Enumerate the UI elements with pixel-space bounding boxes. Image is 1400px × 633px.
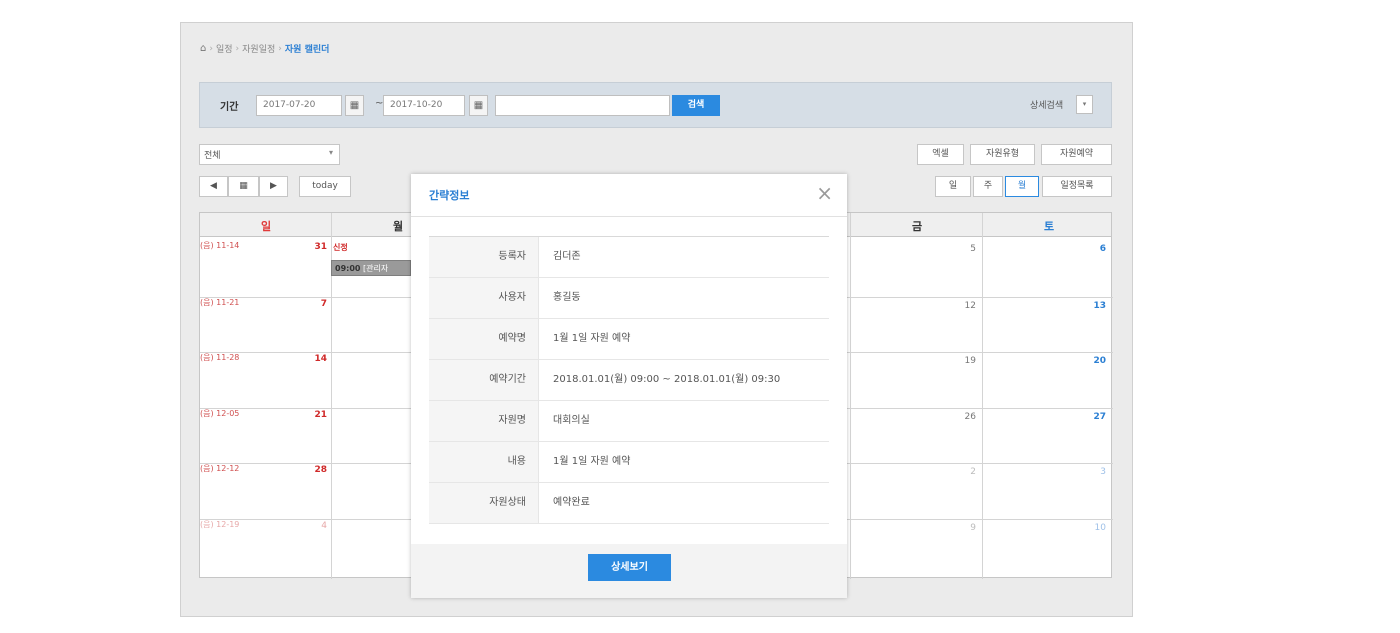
- day-number-friday: 2: [970, 467, 976, 477]
- detail-search-toggle-icon[interactable]: ▾: [1076, 95, 1093, 114]
- event-title: [관리자: [363, 264, 389, 273]
- holiday-label: 신정: [333, 243, 348, 252]
- chevron-down-icon: ▾: [328, 148, 333, 157]
- breadcrumb-separator: ›: [235, 43, 240, 54]
- resource-filter-value: 전체: [204, 151, 221, 161]
- breadcrumb-separator: ›: [278, 43, 282, 54]
- modal-divider: [411, 216, 847, 217]
- weekday-friday: 금: [911, 220, 923, 233]
- day-number-friday: 12: [964, 301, 976, 311]
- lunar-date: (음) 12-19: [200, 520, 240, 529]
- info-value: 1월 1일 자원 예약: [553, 456, 631, 467]
- info-value: 2018.01.01(월) 09:00 ~ 2018.01.01(월) 09:3…: [553, 374, 781, 385]
- day-number-saturday: 6: [1099, 244, 1106, 254]
- resource-type-button[interactable]: 자원유형: [970, 144, 1035, 165]
- today-button[interactable]: today: [299, 176, 351, 197]
- info-label: 내용: [429, 442, 539, 482]
- view-month-button[interactable]: 월: [1005, 176, 1039, 197]
- search-button[interactable]: 검색: [672, 95, 720, 116]
- day-number-sunday: 31: [314, 242, 327, 252]
- info-label: 예약기간: [429, 360, 539, 400]
- home-icon[interactable]: ⌂: [200, 43, 206, 54]
- view-week-button[interactable]: 주: [973, 176, 1003, 197]
- next-month-button[interactable]: ▶: [259, 176, 288, 197]
- calendar-picker-icon[interactable]: ▦: [228, 176, 259, 197]
- day-number-saturday: 27: [1093, 412, 1106, 422]
- resource-booking-button[interactable]: 자원예약: [1041, 144, 1112, 165]
- resource-filter-select[interactable]: 전체 ▾: [199, 144, 340, 165]
- day-number-sunday: 21: [314, 410, 327, 420]
- day-number-sunday: 7: [320, 299, 327, 309]
- lunar-date: (음) 11-14: [200, 241, 240, 250]
- info-value: 1월 1일 자원 예약: [553, 333, 631, 344]
- weekday-sunday: 일: [260, 220, 272, 233]
- end-date-input[interactable]: 2017-10-20: [383, 95, 465, 116]
- modal-footer: 상세보기: [411, 544, 847, 598]
- info-label: 자원명: [429, 401, 539, 441]
- info-label: 등록자: [429, 237, 539, 277]
- day-number-sunday: 4: [321, 521, 327, 531]
- day-number-saturday: 13: [1093, 301, 1106, 311]
- info-row-registrant: 등록자 김더존: [429, 237, 829, 278]
- breadcrumb: ⌂ › 일정 › 자원일정 › 자원 캘린더: [200, 42, 329, 55]
- keyword-input[interactable]: [495, 95, 670, 116]
- close-icon[interactable]: ×: [816, 181, 833, 205]
- day-number-sunday: 28: [314, 465, 327, 475]
- period-label: 기간: [220, 102, 239, 113]
- prev-month-button[interactable]: ◀: [199, 176, 228, 197]
- view-day-button[interactable]: 일: [935, 176, 971, 197]
- start-date-input[interactable]: 2017-07-20: [256, 95, 342, 116]
- excel-button[interactable]: 엑셀: [917, 144, 964, 165]
- info-value: 김더존: [553, 251, 581, 262]
- modal-title: 간략정보: [429, 189, 470, 202]
- lunar-date: (음) 11-28: [200, 353, 240, 362]
- event-time: 09:00: [335, 264, 361, 273]
- info-table: 등록자 김더존 사용자 홍길동 예약명 1월 1일 자원 예약 예약기간 201…: [429, 236, 829, 524]
- breadcrumb-current: 자원 캘린더: [284, 45, 330, 55]
- day-number-friday: 19: [964, 356, 976, 366]
- weekday-saturday: 토: [1043, 220, 1055, 233]
- breadcrumb-separator: ›: [209, 43, 213, 54]
- info-value: 대회의실: [553, 415, 590, 426]
- view-list-button[interactable]: 일정목록: [1042, 176, 1112, 197]
- info-label: 사용자: [429, 278, 539, 318]
- day-number-saturday: 20: [1093, 356, 1106, 366]
- day-number-sunday: 14: [314, 354, 327, 364]
- day-number-saturday: 3: [1100, 467, 1106, 477]
- info-row-content: 내용 1월 1일 자원 예약: [429, 442, 829, 483]
- day-number-friday: 5: [970, 244, 976, 254]
- day-number-friday: 26: [964, 412, 976, 422]
- breadcrumb-item-schedule[interactable]: 일정: [216, 42, 233, 55]
- info-row-booking-name: 예약명 1월 1일 자원 예약: [429, 319, 829, 360]
- info-label: 자원상태: [429, 483, 539, 523]
- view-details-button[interactable]: 상세보기: [588, 554, 671, 581]
- detail-search-label[interactable]: 상세검색: [1030, 98, 1063, 111]
- info-row-resource-status: 자원상태 예약완료: [429, 483, 829, 524]
- info-row-resource-name: 자원명 대회의실: [429, 401, 829, 442]
- lunar-date: (음) 12-05: [200, 409, 240, 418]
- start-date-calendar-icon[interactable]: ▦: [345, 95, 364, 116]
- grid-line: [850, 213, 851, 579]
- calendar-event[interactable]: 09:00 [관리자: [331, 260, 411, 276]
- lunar-date: (음) 11-21: [200, 298, 240, 307]
- lunar-date: (음) 12-12: [200, 464, 240, 473]
- day-number-saturday: 10: [1094, 523, 1106, 533]
- info-value: 예약완료: [553, 497, 590, 508]
- info-label: 예약명: [429, 319, 539, 359]
- breadcrumb-item-resource-schedule[interactable]: 자원일정: [242, 42, 275, 55]
- summary-info-modal: 간략정보 × 등록자 김더존 사용자 홍길동 예약명 1월 1일 자원 예약 예…: [411, 174, 847, 598]
- info-value: 홍길동: [553, 292, 581, 303]
- end-date-calendar-icon[interactable]: ▦: [469, 95, 488, 116]
- day-number-friday: 9: [970, 523, 976, 533]
- info-row-booking-period: 예약기간 2018.01.01(월) 09:00 ~ 2018.01.01(월)…: [429, 360, 829, 401]
- grid-line: [982, 213, 983, 579]
- info-row-user: 사용자 홍길동: [429, 278, 829, 319]
